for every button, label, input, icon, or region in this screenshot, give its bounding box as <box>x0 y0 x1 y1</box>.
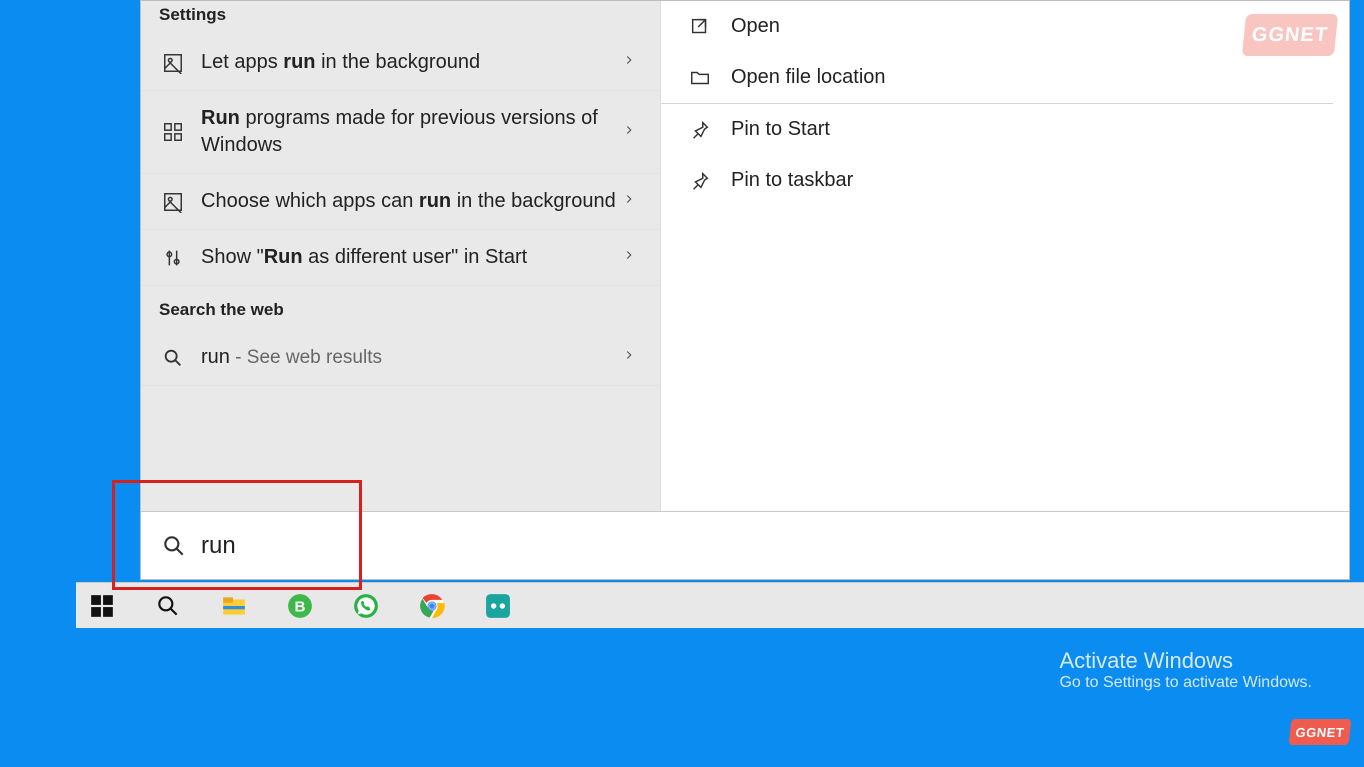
taskbar-whatsapp-icon[interactable] <box>348 588 384 624</box>
picture-icon <box>159 52 187 74</box>
picture-icon <box>159 191 187 213</box>
taskbar-teal-app-icon[interactable] <box>480 588 516 624</box>
action-open-file-location[interactable]: Open file location <box>661 52 1333 103</box>
result-text: Choose which apps can run in the backgro… <box>201 188 622 215</box>
activation-watermark: Activate Windows Go to Settings to activ… <box>1059 648 1312 692</box>
search-web-header: Search the web <box>141 286 660 330</box>
taskbar-green-app-icon[interactable]: B <box>282 588 318 624</box>
ggnet-badge-top: GGNET <box>1242 14 1338 56</box>
taskbar-search-icon[interactable] <box>150 588 186 624</box>
activation-line1: Activate Windows <box>1059 648 1312 674</box>
result-actions-column: Open Open file location Pin to Start Pin <box>661 1 1349 511</box>
open-icon <box>685 16 715 38</box>
chevron-right-icon <box>622 123 642 142</box>
svg-text:B: B <box>295 598 306 615</box>
grid-icon <box>159 121 187 143</box>
setting-run-compat[interactable]: Run programs made for previous versions … <box>141 91 660 174</box>
result-text: Run programs made for previous versions … <box>201 105 622 159</box>
search-icon <box>161 533 187 559</box>
setting-choose-apps-run-bg[interactable]: Choose which apps can run in the backgro… <box>141 174 660 230</box>
pin-icon <box>685 170 715 192</box>
result-text: run - See web results <box>201 344 622 371</box>
chevron-right-icon <box>622 53 642 72</box>
taskbar-file-explorer-icon[interactable] <box>216 588 252 624</box>
action-open[interactable]: Open <box>661 1 1333 52</box>
start-search-panel: Settings Let apps run in the background … <box>140 0 1350 580</box>
pin-icon <box>685 119 715 141</box>
action-pin-start[interactable]: Pin to Start <box>661 104 1333 155</box>
setting-let-apps-run-bg[interactable]: Let apps run in the background <box>141 35 660 91</box>
taskbar-chrome-icon[interactable] <box>414 588 450 624</box>
activation-line2: Go to Settings to activate Windows. <box>1059 674 1312 692</box>
search-icon <box>159 347 187 369</box>
result-text: Let apps run in the background <box>201 49 622 76</box>
action-label: Pin to Start <box>731 118 830 141</box>
action-label: Pin to taskbar <box>731 169 853 192</box>
chevron-right-icon <box>622 348 642 367</box>
chevron-right-icon <box>622 248 642 267</box>
results-area: Settings Let apps run in the background … <box>141 1 1349 511</box>
ggnet-badge-bottom: GGNET <box>1289 719 1352 745</box>
folder-icon <box>685 67 715 89</box>
search-input[interactable] <box>201 532 1329 560</box>
action-label: Open file location <box>731 66 886 89</box>
chevron-right-icon <box>622 192 642 211</box>
result-text: Show "Run as different user" in Start <box>201 244 622 271</box>
search-input-row[interactable] <box>141 511 1349 579</box>
start-button[interactable] <box>84 588 120 624</box>
action-label: Open <box>731 15 780 38</box>
setting-run-as-different-user[interactable]: Show "Run as different user" in Start <box>141 230 660 286</box>
settings-header: Settings <box>141 1 660 35</box>
slider-icon <box>159 247 187 269</box>
web-result-run[interactable]: run - See web results <box>141 330 660 386</box>
results-left-column: Settings Let apps run in the background … <box>141 1 661 511</box>
action-pin-taskbar[interactable]: Pin to taskbar <box>661 155 1333 206</box>
taskbar: B <box>76 582 1364 628</box>
